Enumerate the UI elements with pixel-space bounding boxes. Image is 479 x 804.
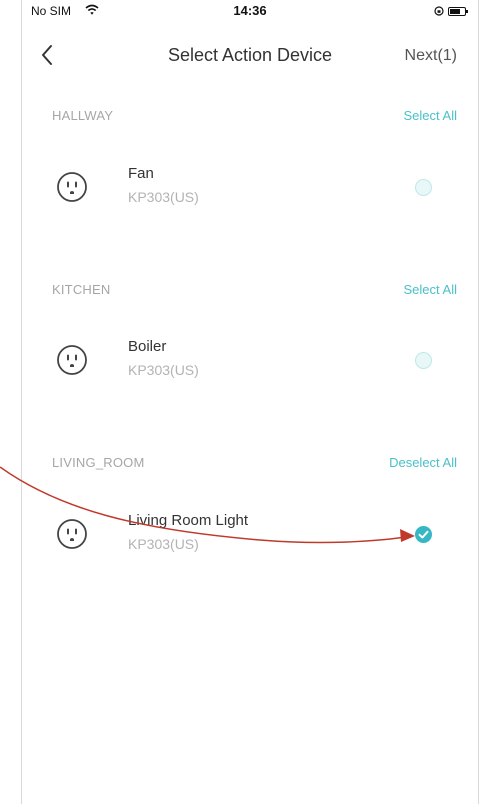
checkmark-icon[interactable] [415,526,432,543]
status-right-icons [434,6,468,16]
nav-bar: Select Action Device Next(1) [22,22,478,86]
smart-plug-icon [57,172,87,202]
device-name: Living Room Light [128,512,249,529]
device-selection-screen: No SIM 14:36 Select Action Device Next(1… [0,0,479,804]
device-model: KP303(US) [128,189,199,205]
select-all-button[interactable]: Select All [404,108,457,123]
device-row-living-room-light[interactable]: Living Room Light KP303(US) [22,504,478,574]
orientation-lock-icon [434,6,444,16]
section-title: LIVING_ROOM [52,455,145,470]
section-header-kitchen: KITCHEN Select All [22,282,478,306]
section-title: KITCHEN [52,282,111,297]
device-name: Boiler [128,338,167,355]
device-select-radio[interactable] [415,352,432,369]
device-row-boiler[interactable]: Boiler KP303(US) [22,330,478,400]
device-name: Fan [128,165,154,182]
section-title: HALLWAY [52,108,114,123]
device-model: KP303(US) [128,362,199,378]
section-header-living-room: LIVING_ROOM Deselect All [22,455,478,479]
deselect-all-button[interactable]: Deselect All [389,455,457,470]
smart-plug-icon [57,345,87,375]
status-time: 14:36 [233,3,267,18]
section-header-hallway: HALLWAY Select All [22,108,478,132]
device-row-fan[interactable]: Fan KP303(US) [22,157,478,227]
battery-icon [448,6,468,16]
next-button[interactable]: Next(1) [405,47,457,65]
smart-plug-icon [57,519,87,549]
device-model: KP303(US) [128,536,199,552]
select-all-button[interactable]: Select All [404,282,457,297]
device-select-radio[interactable] [415,179,432,196]
status-bar: No SIM 14:36 [22,0,478,22]
